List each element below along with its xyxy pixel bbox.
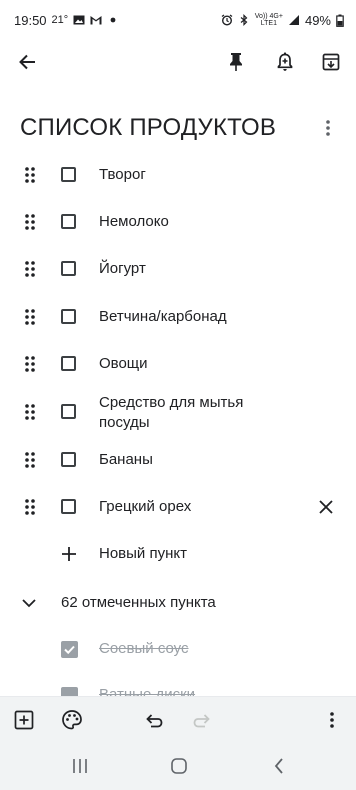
drag-handle-icon[interactable] — [24, 166, 36, 184]
undo-button[interactable] — [142, 708, 166, 732]
chevron-down-icon — [22, 599, 36, 608]
item-checkbox[interactable] — [61, 452, 76, 467]
bluetooth-icon — [240, 14, 248, 26]
more-vert-icon — [330, 712, 334, 728]
check-icon — [64, 645, 75, 655]
item-checkbox[interactable] — [61, 214, 76, 229]
item-checkbox[interactable] — [61, 309, 76, 324]
note-title[interactable]: СПИСОК ПРОДУКТОВ — [20, 114, 276, 142]
battery-icon — [336, 14, 344, 27]
list-item[interactable]: Овощи — [0, 344, 356, 384]
archive-button[interactable] — [319, 50, 343, 74]
item-text[interactable]: Ветчина/карбонад — [99, 307, 316, 327]
checked-item[interactable]: Соевый соус — [0, 630, 356, 670]
home-icon — [171, 758, 187, 774]
more-vert-icon — [326, 120, 330, 136]
pin-icon — [230, 53, 242, 71]
network-bottom: LTE1 — [260, 20, 277, 27]
status-right: Vo)) 4G+ LTE1 49% — [221, 13, 344, 28]
drag-handle-icon[interactable] — [24, 308, 36, 326]
add-content-button[interactable] — [12, 708, 36, 732]
redo-button[interactable] — [190, 708, 214, 732]
list-item[interactable]: Творог — [0, 155, 356, 195]
add-alert-icon — [277, 52, 293, 71]
item-checkbox-checked[interactable] — [61, 687, 78, 696]
status-bar: 19:50 21° Vo)) 4G+ LTE1 49% — [0, 0, 356, 40]
item-text[interactable]: Немолоко — [99, 212, 316, 232]
back-icon — [274, 758, 283, 774]
item-checkbox[interactable] — [61, 261, 76, 276]
gallery-icon — [73, 15, 85, 25]
checked-items-toggle[interactable]: 62 отмеченных пункта — [0, 583, 356, 623]
redo-icon — [193, 714, 210, 728]
network-indicator: Vo)) 4G+ LTE1 — [255, 13, 283, 27]
home-button[interactable] — [167, 756, 191, 776]
undo-icon — [146, 714, 163, 728]
item-text[interactable]: Грецкий орех — [99, 497, 316, 517]
battery-percent: 49% — [304, 12, 331, 28]
back-button[interactable] — [16, 50, 40, 74]
drag-handle-icon[interactable] — [24, 403, 36, 421]
alarm-icon — [221, 14, 233, 26]
drag-handle-icon[interactable] — [24, 498, 36, 516]
list-item[interactable]: Бананы — [0, 440, 356, 480]
checked-item-text[interactable]: Соевый соус — [99, 640, 189, 657]
drag-handle-icon[interactable] — [24, 451, 36, 469]
list-item-focused[interactable]: Грецкий орех — [0, 487, 356, 527]
delete-item-icon[interactable] — [318, 499, 334, 515]
note-title-row: СПИСОК ПРОДУКТОВ — [20, 110, 340, 146]
list-item[interactable]: Немолоко — [0, 202, 356, 242]
drag-handle-icon[interactable] — [24, 260, 36, 278]
drag-handle-icon[interactable] — [24, 213, 36, 231]
title-more-button[interactable] — [316, 116, 340, 140]
checked-item-text[interactable]: Ватные диски — [99, 686, 195, 696]
item-checkbox[interactable] — [61, 167, 76, 182]
list-item[interactable]: Йогурт — [0, 249, 356, 289]
status-temperature: 21° — [51, 14, 69, 26]
item-checkbox[interactable] — [61, 356, 76, 371]
signal-icon — [288, 15, 299, 25]
pin-button[interactable] — [224, 50, 248, 74]
palette-icon — [62, 710, 82, 730]
network-top: Vo)) 4G+ — [254, 13, 283, 20]
status-left: 19:50 21° — [14, 13, 116, 28]
system-nav-bar — [0, 742, 356, 790]
add-box-icon — [14, 710, 34, 730]
item-checkbox[interactable] — [61, 404, 76, 419]
list-item[interactable]: Ветчина/карбонад — [0, 297, 356, 337]
item-text[interactable]: Овощи — [99, 354, 316, 374]
note-bottom-bar — [0, 696, 356, 742]
item-text[interactable]: Средство для мытья посуды — [99, 393, 279, 433]
dot-icon — [110, 17, 116, 23]
item-text[interactable]: Творог — [99, 165, 316, 185]
recents-button[interactable] — [68, 756, 92, 776]
new-item-label[interactable]: Новый пункт — [99, 544, 316, 564]
note-toolbar — [0, 40, 356, 84]
list-item[interactable]: Средство для мытья посуды — [0, 391, 356, 443]
add-item-row[interactable]: Новый пункт — [0, 534, 356, 574]
plus-icon — [62, 547, 76, 561]
status-time: 19:50 — [14, 12, 47, 28]
checked-count: 62 отмеченных пункта — [61, 594, 216, 611]
gmail-icon — [90, 16, 102, 25]
system-back-button[interactable] — [267, 756, 291, 776]
item-checkbox-checked[interactable] — [61, 641, 78, 658]
item-checkbox[interactable] — [61, 499, 76, 514]
archive-icon — [322, 53, 340, 71]
color-palette-button[interactable] — [60, 708, 84, 732]
drag-handle-icon[interactable] — [24, 355, 36, 373]
checked-item[interactable]: Ватные диски — [0, 677, 356, 696]
item-text[interactable]: Йогурт — [99, 259, 316, 279]
recents-icon — [73, 759, 87, 773]
item-text[interactable]: Бананы — [99, 450, 316, 470]
reminder-button[interactable] — [273, 50, 297, 74]
more-options-button[interactable] — [320, 708, 344, 732]
arrow-left-icon — [19, 54, 35, 70]
